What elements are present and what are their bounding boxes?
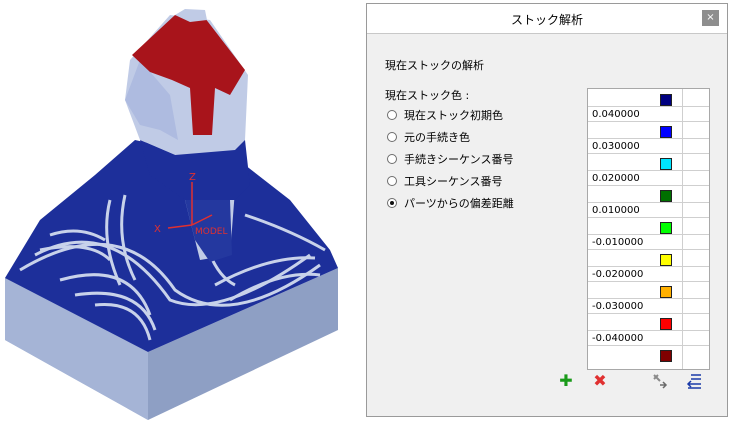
radio-button[interactable] — [387, 110, 397, 120]
radio-button-selected[interactable] — [387, 198, 397, 208]
row-line — [588, 345, 709, 346]
threshold-value[interactable]: 0.030000 — [592, 141, 640, 152]
radio-deviation-distance[interactable]: パーツからの偏差距離 — [387, 195, 514, 211]
radio-procedure-sequence[interactable]: 手続きシーケンス番号 — [387, 151, 513, 167]
radio-label: 元の手続き色 — [404, 131, 470, 144]
row-line — [588, 234, 709, 235]
color-swatch[interactable] — [660, 350, 672, 362]
color-swatch[interactable] — [660, 254, 672, 266]
axis-x-label: X — [154, 224, 161, 235]
row-line — [588, 249, 709, 250]
stock-model-view[interactable]: Z X MODEL — [0, 0, 360, 423]
radio-label: 手続きシーケンス番号 — [404, 153, 514, 166]
row-line — [588, 313, 709, 314]
row-line — [588, 170, 709, 171]
radio-label: 現在ストック初期色 — [404, 109, 503, 122]
model-viewport[interactable]: Z X MODEL — [0, 0, 360, 423]
radio-original-color[interactable]: 元の手続き色 — [387, 129, 470, 145]
wrench-arrow-glyph — [653, 374, 668, 389]
color-swatch[interactable] — [660, 126, 672, 138]
axis-z-label: Z — [189, 172, 196, 183]
deviation-color-legend[interactable]: 0.040000 0.030000 0.020000 0.010000 -0.0… — [587, 88, 710, 370]
section-heading: 現在ストックの解析 — [385, 59, 484, 72]
row-line — [588, 202, 709, 203]
list-arrow-glyph — [686, 374, 701, 389]
threshold-value[interactable]: -0.040000 — [592, 333, 643, 344]
row-line — [588, 106, 709, 107]
color-swatch[interactable] — [660, 94, 672, 106]
row-line — [588, 217, 709, 218]
close-button[interactable]: × — [702, 10, 719, 26]
row-line — [588, 266, 709, 267]
stock-analysis-dialog: ストック解析 × 現在ストックの解析 現在ストック色 : 現在ストック初期色 元… — [366, 3, 728, 417]
axis-model-label: MODEL — [195, 227, 227, 237]
threshold-value[interactable]: -0.010000 — [592, 237, 643, 248]
row-line — [588, 153, 709, 154]
color-swatch[interactable] — [660, 286, 672, 298]
row-line — [588, 138, 709, 139]
list-arrow-icon[interactable] — [685, 372, 703, 390]
radio-label: 工具シーケンス番号 — [404, 175, 503, 188]
delete-button[interactable]: ✖ — [591, 372, 609, 390]
row-line — [588, 330, 709, 331]
radio-button[interactable] — [387, 154, 397, 164]
row-line — [588, 298, 709, 299]
color-swatch[interactable] — [660, 222, 672, 234]
add-button[interactable]: ✚ — [557, 372, 575, 390]
row-line — [588, 185, 709, 186]
wrench-arrow-icon[interactable] — [651, 372, 669, 390]
threshold-value[interactable]: 0.040000 — [592, 109, 640, 120]
color-swatch[interactable] — [660, 318, 672, 330]
row-line — [588, 121, 709, 122]
color-label: 現在ストック色 : — [385, 89, 470, 102]
radio-tool-sequence[interactable]: 工具シーケンス番号 — [387, 173, 502, 189]
dialog-title: ストック解析 — [510, 13, 583, 27]
radio-button[interactable] — [387, 132, 397, 142]
threshold-value[interactable]: 0.020000 — [592, 173, 640, 184]
row-line — [588, 281, 709, 282]
radio-label: パーツからの偏差距離 — [404, 197, 514, 210]
color-swatch[interactable] — [660, 158, 672, 170]
threshold-value[interactable]: -0.030000 — [592, 301, 643, 312]
radio-button[interactable] — [387, 176, 397, 186]
title-bar[interactable]: ストック解析 × — [367, 4, 727, 34]
color-swatch[interactable] — [660, 190, 672, 202]
legend-divider — [682, 89, 683, 369]
radio-initial-color[interactable]: 現在ストック初期色 — [387, 107, 503, 123]
threshold-value[interactable]: 0.010000 — [592, 205, 640, 216]
threshold-value[interactable]: -0.020000 — [592, 269, 643, 280]
